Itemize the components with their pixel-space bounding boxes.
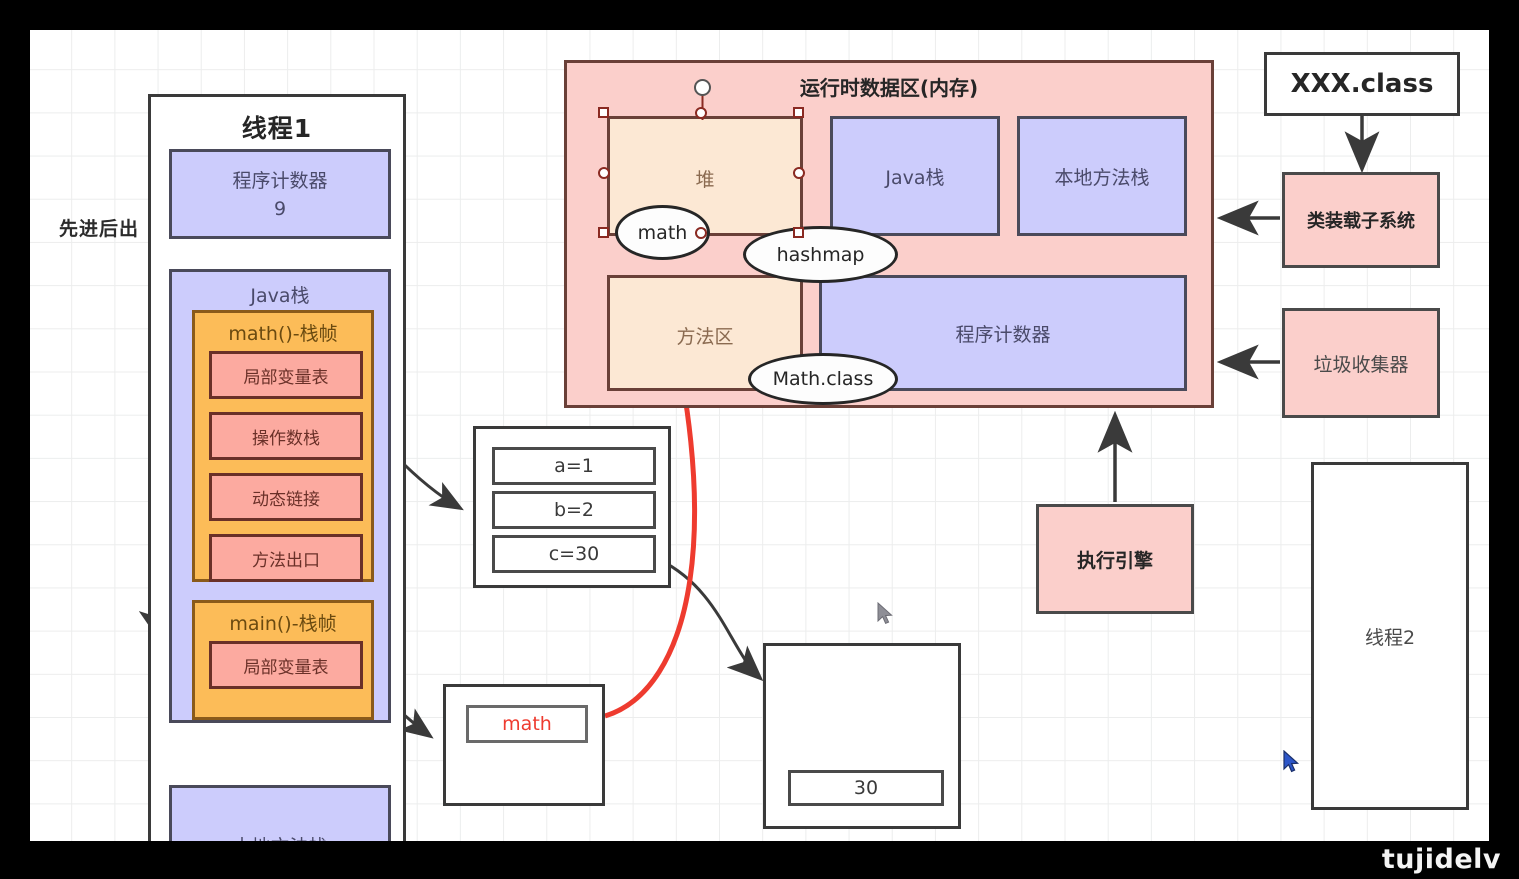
pc-name: 程序计数器	[232, 170, 327, 192]
class-file-box[interactable]: XXX.class	[1264, 52, 1460, 116]
resize-handle-e[interactable]	[793, 167, 805, 179]
thread1-native-method-stack-box[interactable]: 本地方法栈	[169, 785, 391, 841]
result-value[interactable]: 30	[788, 770, 944, 806]
thread1-java-stack-title: Java栈	[172, 281, 388, 308]
local-variable-values-box[interactable]: a=1 b=2 c=30	[473, 426, 671, 588]
watermark: tujidelv	[1382, 844, 1501, 875]
frame-slot-dynamic-link[interactable]: 动态链接	[209, 473, 363, 521]
variable-row-b[interactable]: b=2	[492, 491, 656, 529]
method-area-label: 方法区	[610, 322, 800, 349]
rotate-handle[interactable]	[694, 79, 711, 96]
thread1-program-counter-box[interactable]: 程序计数器 9	[169, 149, 391, 239]
runtime-java-stack-box[interactable]: Java栈	[830, 116, 1000, 236]
main-frame-slot-local-var-table[interactable]: 局部变量表	[209, 641, 363, 689]
frame-slot-local-var-table[interactable]: 局部变量表	[209, 351, 363, 399]
fifo-note: 先进后出	[34, 214, 164, 241]
resize-handle-se[interactable]	[793, 227, 804, 238]
frame-slot-operand-stack[interactable]: 操作数栈	[209, 412, 363, 460]
pc-value: 9	[274, 198, 286, 220]
stack-frame-main[interactable]: main()-栈帧 局部变量表	[192, 600, 374, 720]
runtime-native-method-stack-box[interactable]: 本地方法栈	[1017, 116, 1187, 236]
runtime-data-area-title: 运行时数据区(内存)	[567, 72, 1211, 101]
resize-handle-sw[interactable]	[598, 227, 609, 238]
mouse-pointer-icon	[876, 602, 898, 628]
frame-slot-method-exit[interactable]: 方法出口	[209, 534, 363, 582]
resize-handle-s[interactable]	[695, 227, 707, 239]
mouse-pointer-icon-secondary	[1282, 750, 1304, 776]
thread1-container[interactable]: 线程1 程序计数器 9 Java栈 math()-栈帧 局部变量表 操作数栈 动态…	[148, 94, 406, 841]
variable-row-a[interactable]: a=1	[492, 447, 656, 485]
thread1-program-counter-label: 程序计数器 9	[172, 168, 388, 223]
result-box[interactable]: 30	[763, 643, 961, 829]
stack-frame-main-title: main()-栈帧	[195, 609, 371, 636]
stack-frame-math[interactable]: math()-栈帧 局部变量表 操作数栈 动态链接 方法出口	[192, 310, 374, 582]
variable-row-c[interactable]: c=30	[492, 535, 656, 573]
math-reference-value[interactable]: math	[466, 705, 588, 743]
resize-handle-w[interactable]	[598, 167, 610, 179]
object-mathclass-ellipse[interactable]: Math.class	[748, 353, 898, 405]
stack-frame-math-title: math()-栈帧	[195, 319, 371, 346]
thread1-java-stack-box[interactable]: Java栈 math()-栈帧 局部变量表 操作数栈 动态链接 方法出口 mai…	[169, 269, 391, 723]
thread1-title: 线程1	[151, 109, 403, 145]
garbage-collector-box[interactable]: 垃圾收集器	[1282, 308, 1440, 418]
whiteboard-canvas[interactable]: 先进后出 线程1 程序计数器 9 Java栈 math()-栈帧 局部变量表 操作…	[30, 30, 1489, 841]
heap-label: 堆	[610, 165, 800, 192]
thread2-box[interactable]: 线程2	[1311, 462, 1469, 810]
resize-handle-nw[interactable]	[598, 107, 609, 118]
execution-engine-box[interactable]: 执行引擎	[1036, 504, 1194, 614]
resize-handle-ne[interactable]	[793, 107, 804, 118]
object-hashmap-ellipse[interactable]: hashmap	[743, 226, 898, 283]
math-reference-box[interactable]: math	[443, 684, 605, 806]
resize-handle-n[interactable]	[695, 107, 707, 119]
class-loader-box[interactable]: 类装载子系统	[1282, 172, 1440, 268]
